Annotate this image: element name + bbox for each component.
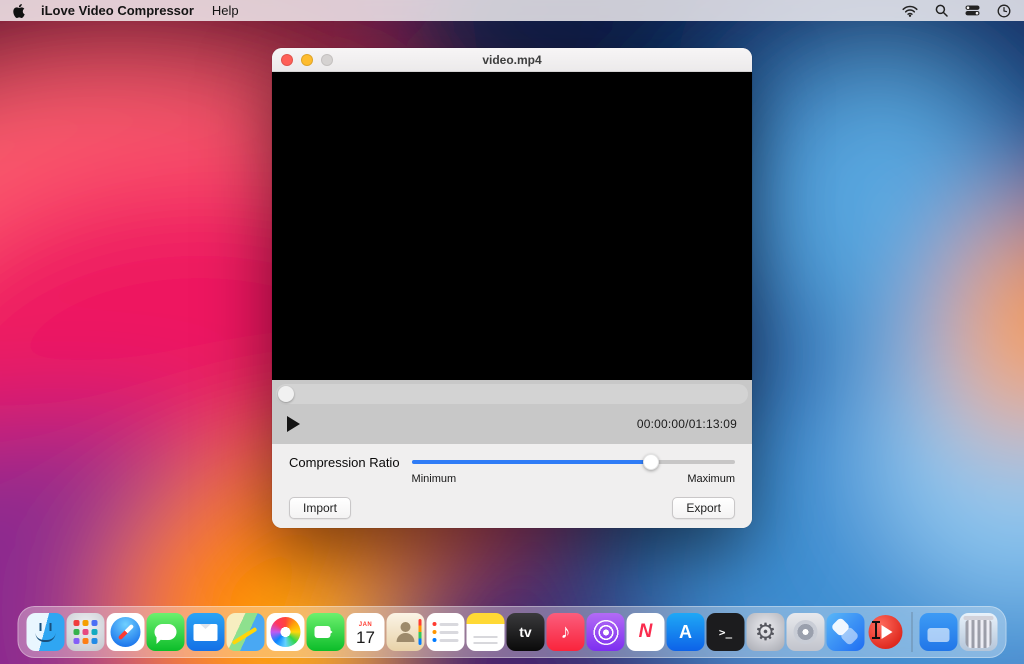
- play-button[interactable]: [287, 416, 300, 432]
- dock: JAN 17 tv ♪ N A >_ ⚙: [18, 606, 1007, 658]
- compression-slider[interactable]: [412, 454, 735, 470]
- video-preview: [272, 72, 752, 380]
- menu-bar-status-area: [902, 4, 1011, 18]
- dock-system-preferences-icon[interactable]: ⚙: [747, 613, 785, 651]
- slider-thumb[interactable]: [643, 454, 659, 470]
- traffic-lights: [272, 54, 333, 66]
- wifi-icon[interactable]: [902, 5, 918, 17]
- trash-can-icon: [966, 620, 992, 648]
- dock-reminders-icon[interactable]: [427, 613, 465, 651]
- apple-menu[interactable]: [13, 4, 25, 18]
- control-center-icon[interactable]: [965, 5, 980, 16]
- dock-music-icon[interactable]: ♪: [547, 613, 585, 651]
- calendar-day: 17: [356, 629, 375, 646]
- dock-calendar-icon[interactable]: JAN 17: [347, 613, 385, 651]
- search-icon[interactable]: [935, 4, 948, 17]
- launchpad-grid: [74, 620, 98, 644]
- compression-panel: Compression Ratio Minimum Maximum Import…: [272, 444, 752, 528]
- clock-icon[interactable]: [997, 4, 1011, 18]
- zoom-button[interactable]: [321, 54, 333, 66]
- compression-ratio-label: Compression Ratio: [289, 455, 400, 470]
- calendar-month: JAN: [359, 622, 373, 628]
- window-title: video.mp4: [272, 53, 752, 67]
- dock-mail-icon[interactable]: [187, 613, 225, 651]
- compass-icon: [111, 617, 141, 647]
- dock-notes-icon[interactable]: [467, 613, 505, 651]
- pinwheel-icon: [271, 617, 301, 647]
- person-silhouette-icon: [401, 622, 411, 632]
- dock-launchpad-icon[interactable]: [67, 613, 105, 651]
- dock-news-icon[interactable]: N: [627, 613, 665, 651]
- slider-min-label: Minimum: [412, 473, 457, 485]
- menu-bar: iLove Video Compressor Help: [0, 0, 1024, 21]
- dock-apple-tv-icon[interactable]: tv: [507, 613, 545, 651]
- time-display: 00:00:00/01:13:09: [637, 417, 737, 431]
- slider-labels: Minimum Maximum: [412, 473, 735, 485]
- dock-maps-icon[interactable]: [227, 613, 265, 651]
- export-button[interactable]: Export: [672, 497, 735, 519]
- podcast-waves-icon: [592, 619, 619, 646]
- dock-separator: [912, 612, 913, 652]
- import-button[interactable]: Import: [289, 497, 351, 519]
- app-window: video.mp4 00:00:00/01:13:09 Compression …: [272, 48, 752, 528]
- window-titlebar[interactable]: video.mp4: [272, 48, 752, 72]
- player-controls: 00:00:00/01:13:09: [272, 380, 752, 444]
- envelope-icon: [194, 624, 218, 641]
- dock-video-compressor-icon[interactable]: [867, 613, 905, 651]
- menu-help[interactable]: Help: [212, 3, 239, 18]
- cursor-ibeam: [875, 621, 877, 639]
- dock-trash-icon[interactable]: [960, 613, 998, 651]
- dock-messages-icon[interactable]: [147, 613, 185, 651]
- slider-max-label: Maximum: [687, 473, 735, 485]
- close-button[interactable]: [281, 54, 293, 66]
- dock-app-store-icon[interactable]: A: [667, 613, 705, 651]
- slider-fill: [412, 460, 651, 464]
- app-menu-title[interactable]: iLove Video Compressor: [41, 3, 194, 18]
- dock-photos-icon[interactable]: [267, 613, 305, 651]
- video-camera-icon: [315, 626, 331, 638]
- dock-finder-icon[interactable]: [27, 613, 65, 651]
- dock-safari-icon[interactable]: [107, 613, 145, 651]
- minimize-button[interactable]: [301, 54, 313, 66]
- dock-contacts-icon[interactable]: [387, 613, 425, 651]
- dock-facetime-icon[interactable]: [307, 613, 345, 651]
- disk-icon: [794, 620, 818, 644]
- dock-preview-icon[interactable]: [827, 613, 865, 651]
- seek-bar[interactable]: [276, 384, 748, 404]
- transport-row: 00:00:00/01:13:09: [272, 404, 752, 444]
- speech-bubble-icon: [155, 624, 177, 640]
- dock-disk-utility-icon[interactable]: [787, 613, 825, 651]
- seek-thumb[interactable]: [278, 386, 294, 402]
- dock-podcasts-icon[interactable]: [587, 613, 625, 651]
- dock-terminal-icon[interactable]: >_: [707, 613, 745, 651]
- dock-downloads-folder-icon[interactable]: [920, 613, 958, 651]
